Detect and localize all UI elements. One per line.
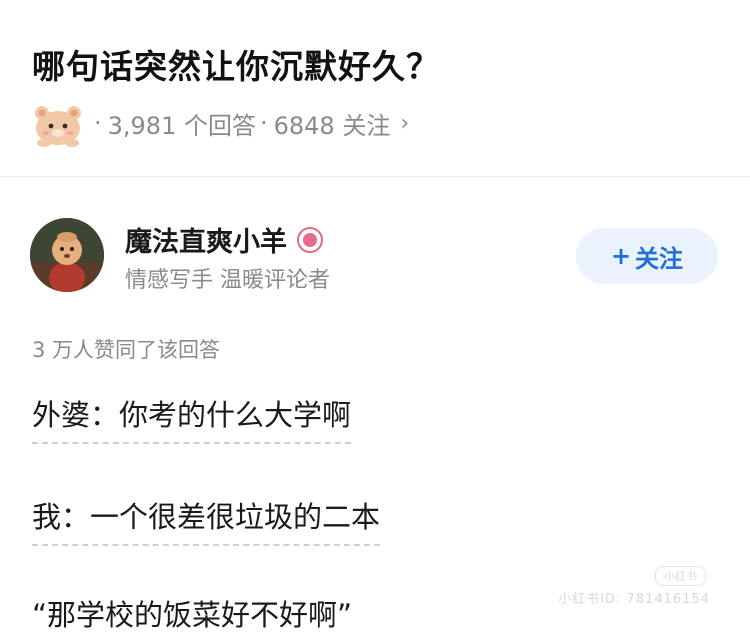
plus-icon: +	[610, 242, 632, 270]
creator-badge-icon	[297, 226, 323, 253]
follow-button[interactable]: + 关注	[576, 228, 718, 284]
answers-count: 3,981 个回答	[107, 111, 256, 140]
author-name-text: 魔法直爽小羊	[125, 227, 287, 258]
watermark: 小红书ID: 781416154	[558, 592, 710, 607]
follow-label: 关注	[635, 244, 684, 273]
question-meta[interactable]: · 3,981 个回答 · 6848 关注 ›	[30, 98, 409, 148]
chevron-right-icon: ›	[400, 110, 410, 136]
author-name[interactable]: 魔法直爽小羊	[125, 220, 323, 259]
watermark-tag: 小红书	[655, 566, 706, 586]
bear-emoji-icon	[30, 98, 86, 148]
question-title: 哪句话突然让你沉默好久？	[32, 47, 440, 86]
meta-separator: ·	[94, 109, 102, 137]
avatar[interactable]	[30, 218, 104, 292]
likes-count: 3 万人赞同了该回答	[32, 338, 221, 362]
answer-line: “那学校的饭菜好不好啊”	[32, 598, 353, 632]
author-description: 情感写手 温暖评论者	[125, 268, 330, 293]
followers-count: 6848 关注	[273, 111, 391, 140]
meta-separator: ·	[259, 109, 268, 137]
answer-line: 我：一个很差很垃圾的二本	[32, 494, 381, 546]
answer-line: 外婆：你考的什么大学啊	[32, 392, 352, 444]
divider	[0, 176, 750, 177]
